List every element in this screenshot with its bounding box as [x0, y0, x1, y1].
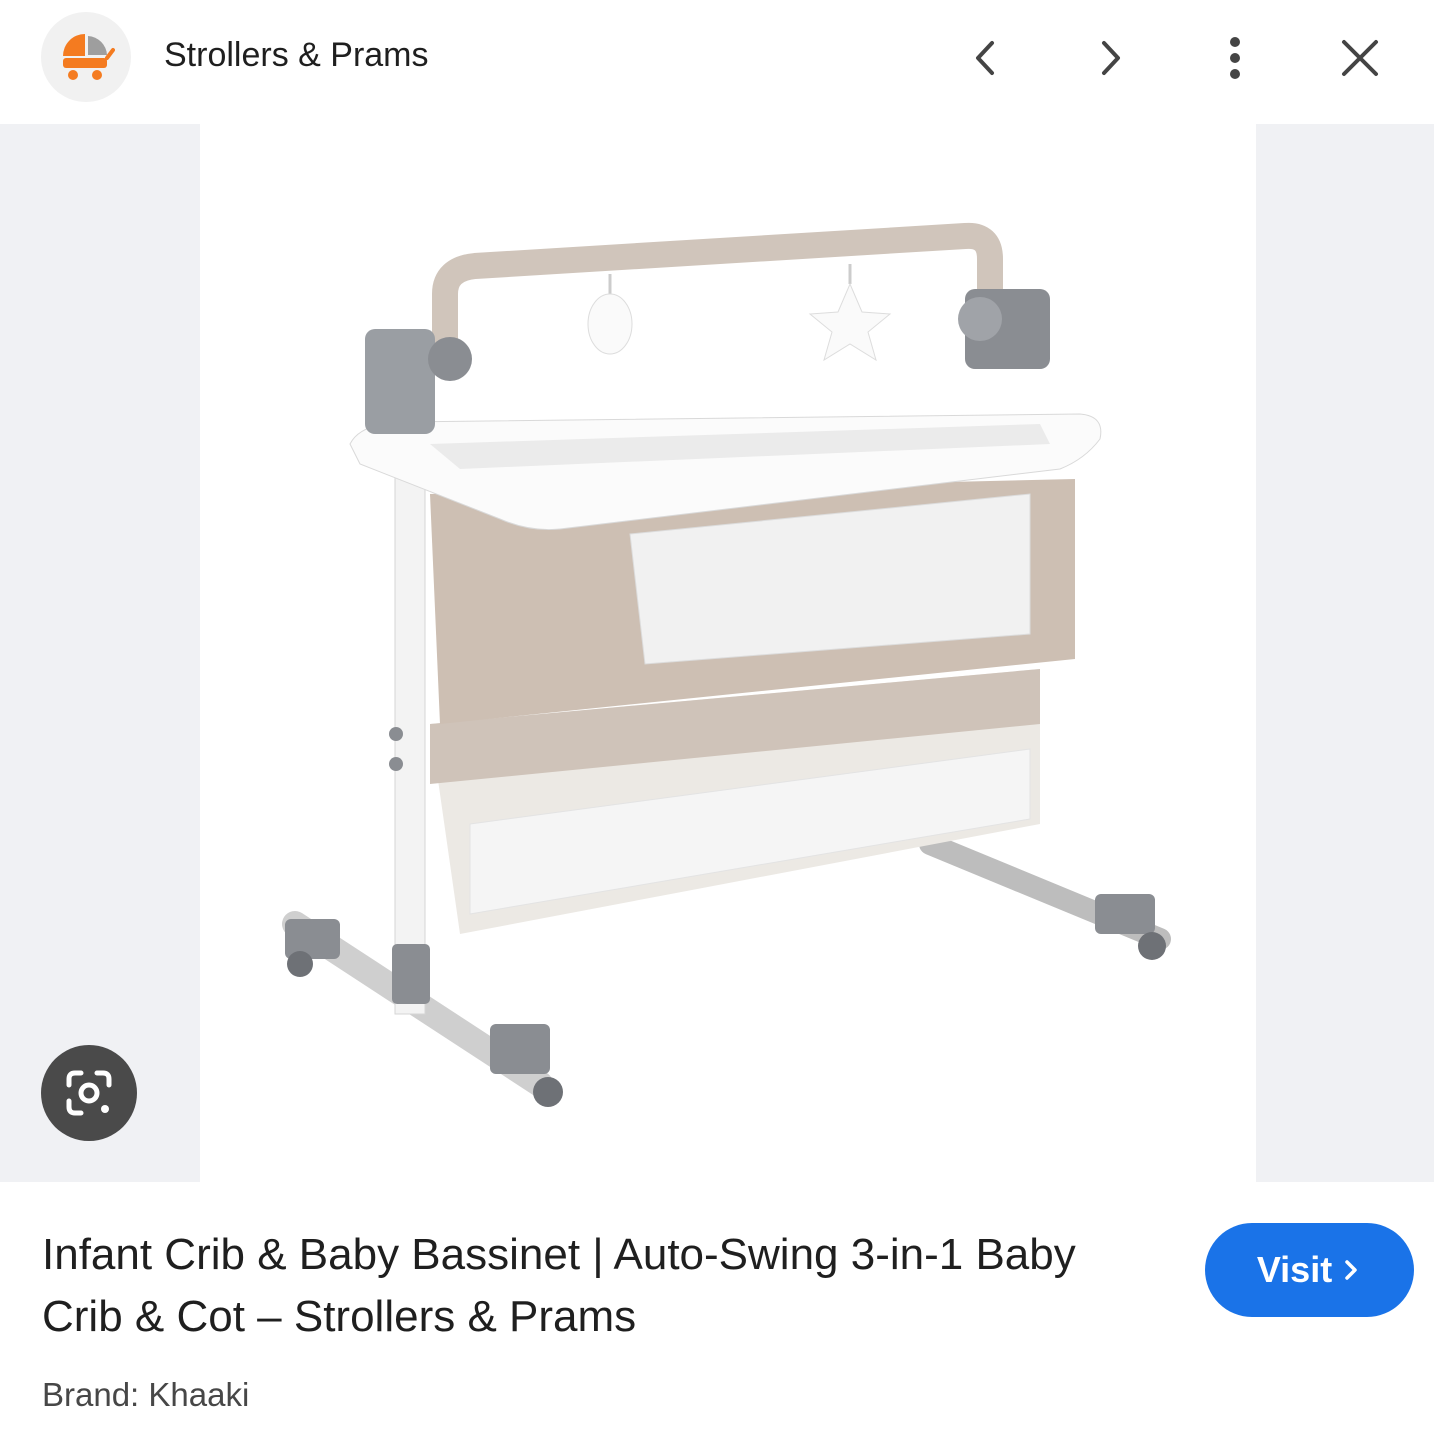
- site-name[interactable]: Strollers & Prams: [164, 34, 429, 76]
- header: Strollers & Prams: [0, 0, 1434, 124]
- close-button[interactable]: [1328, 26, 1392, 90]
- result-title[interactable]: Infant Crib & Baby Bassinet | Auto-Swing…: [42, 1224, 1152, 1348]
- chevron-left-icon: [976, 41, 994, 75]
- site-logo[interactable]: [41, 12, 131, 102]
- chevron-right-icon: [1102, 41, 1120, 75]
- visit-button[interactable]: Visit: [1205, 1223, 1414, 1317]
- more-options-button[interactable]: [1203, 26, 1267, 90]
- lens-search-button[interactable]: [41, 1045, 137, 1141]
- stroller-icon: [63, 34, 115, 80]
- bassinet-image: [282, 222, 1171, 1107]
- close-icon: [1342, 40, 1378, 76]
- visit-label: Visit: [1256, 1249, 1333, 1290]
- next-button[interactable]: [1078, 26, 1142, 90]
- product-image[interactable]: [200, 124, 1256, 1182]
- google-lens-icon: [66, 1070, 112, 1116]
- more-vert-icon: [1230, 37, 1240, 79]
- image-viewer: [0, 124, 1434, 1182]
- chevron-right-icon: [1345, 1260, 1357, 1280]
- brand-text: Brand: Khaaki: [42, 1376, 250, 1413]
- prev-button[interactable]: [954, 26, 1018, 90]
